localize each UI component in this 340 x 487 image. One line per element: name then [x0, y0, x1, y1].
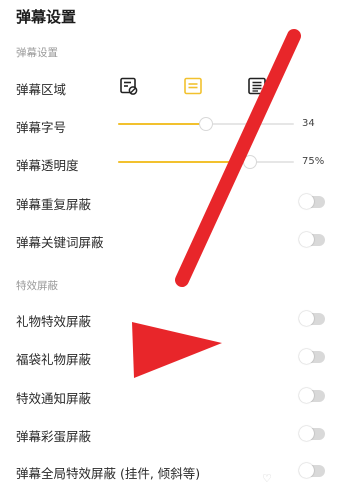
repeat-block-toggle[interactable] — [299, 194, 325, 209]
opacity-slider-knob[interactable] — [243, 155, 257, 169]
lucky-bag-block-label: 福袋礼物屏蔽 — [16, 352, 92, 367]
lucky-bag-block-toggle[interactable] — [299, 349, 325, 364]
easter-egg-block-toggle[interactable] — [299, 426, 325, 441]
toggle-thumb — [299, 388, 314, 403]
effect-notice-block-toggle[interactable] — [299, 388, 325, 403]
top-area-icon[interactable] — [120, 77, 138, 95]
danmaku-area-label: 弹幕区域 — [16, 82, 67, 97]
opacity-slider[interactable] — [118, 155, 294, 169]
font-size-slider-fill — [118, 123, 206, 125]
opacity-slider-fill — [118, 161, 250, 163]
toggle-thumb — [299, 426, 314, 441]
global-effect-block-label: 弹幕全局特效屏蔽 (挂件, 倾斜等) — [16, 466, 201, 481]
font-size-slider-knob[interactable] — [199, 117, 213, 131]
toggle-thumb — [299, 349, 314, 364]
font-size-value: 34 — [302, 118, 315, 129]
font-size-label: 弹幕字号 — [16, 120, 67, 135]
full-area-icon[interactable] — [248, 77, 266, 95]
gift-effect-block-toggle[interactable] — [299, 311, 325, 326]
easter-egg-block-label: 弹幕彩蛋屏蔽 — [16, 429, 92, 444]
standard-area-icon[interactable] — [184, 77, 202, 95]
heart-watermark-icon: ♡ — [262, 472, 272, 485]
font-size-slider[interactable] — [118, 117, 294, 131]
opacity-value: 75% — [302, 156, 325, 167]
gift-effect-block-label: 礼物特效屏蔽 — [16, 314, 92, 329]
toggle-thumb — [299, 463, 314, 478]
effect-notice-block-label: 特效通知屏蔽 — [16, 391, 92, 406]
opacity-label: 弹幕透明度 — [16, 158, 79, 173]
section-label-effects: 特效屏蔽 — [16, 280, 58, 292]
toggle-thumb — [299, 311, 314, 326]
global-effect-block-toggle[interactable] — [299, 463, 325, 478]
toggle-thumb — [299, 232, 314, 247]
page-title: 弹幕设置 — [16, 8, 77, 26]
toggle-thumb — [299, 194, 314, 209]
keyword-block-toggle[interactable] — [299, 232, 325, 247]
repeat-block-label: 弹幕重复屏蔽 — [16, 197, 92, 212]
section-label-danmaku: 弹幕设置 — [16, 47, 58, 59]
keyword-block-label: 弹幕关键词屏蔽 — [16, 235, 104, 250]
